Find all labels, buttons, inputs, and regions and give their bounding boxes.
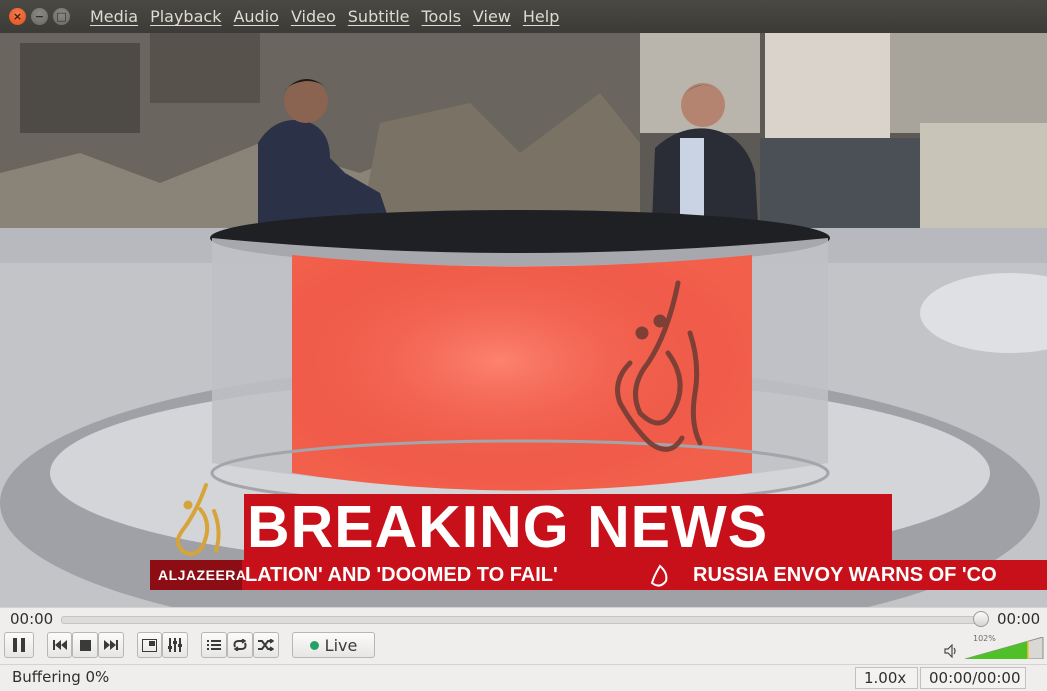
brand-label: ALJAZEERA: [158, 567, 247, 583]
shuffle-icon: [258, 639, 274, 651]
close-window-button[interactable]: ×: [9, 8, 26, 25]
live-label: Live: [324, 635, 358, 655]
seek-handle[interactable]: [973, 611, 989, 627]
stop-icon: [79, 639, 91, 651]
seek-bar[interactable]: [61, 616, 985, 624]
remaining-time: 00:00: [997, 610, 1041, 628]
previous-button[interactable]: [47, 632, 72, 658]
video-area[interactable]: BREAKING NEWS ALJAZEERA LATION' AND 'DOO…: [0, 33, 1047, 607]
fullscreen-icon: [142, 638, 157, 652]
menu-media[interactable]: Media: [84, 7, 144, 26]
pause-button[interactable]: [4, 632, 34, 658]
menu-video[interactable]: Video: [285, 7, 342, 26]
title-bar: × − □ Media Playback Audio Video Subtitl…: [0, 0, 1047, 33]
equalizer-button[interactable]: [162, 632, 188, 658]
maximize-window-button[interactable]: □: [53, 8, 70, 25]
stop-button[interactable]: [72, 632, 98, 658]
menu-tools[interactable]: Tools: [416, 7, 467, 26]
playlist-button[interactable]: [201, 632, 227, 658]
volume-overdrive: [1027, 641, 1029, 659]
elapsed-time: 00:00: [10, 610, 54, 628]
menu-audio[interactable]: Audio: [227, 7, 284, 26]
next-icon: [104, 640, 118, 650]
minimize-window-button[interactable]: −: [31, 8, 48, 25]
loop-icon: [233, 639, 247, 651]
menu-help[interactable]: Help: [517, 7, 565, 26]
previous-icon: [52, 640, 67, 650]
controls-panel: 00:00 00:00 Live 102%: [0, 607, 1047, 665]
status-message: Buffering 0%: [12, 668, 110, 686]
loop-button[interactable]: [227, 632, 253, 658]
volume-slider[interactable]: [965, 637, 1044, 659]
speaker-icon[interactable]: [944, 644, 960, 658]
ticker-text-left: LATION' AND 'DOOMED TO FAIL': [245, 564, 558, 586]
fullscreen-button[interactable]: [137, 632, 162, 658]
pause-icon: [13, 638, 25, 652]
equalizer-icon: [168, 638, 182, 652]
playlist-icon: [207, 640, 221, 650]
window-buttons: × − □: [9, 8, 70, 25]
shuffle-button[interactable]: [253, 632, 279, 658]
live-button[interactable]: Live: [292, 632, 375, 658]
playback-speed[interactable]: 1.00x: [855, 667, 918, 689]
time-display[interactable]: 00:00/00:00: [920, 667, 1026, 689]
live-indicator-icon: [309, 640, 319, 650]
ticker-text-right: RUSSIA ENVOY WARNS OF 'CO: [693, 564, 997, 586]
menu-playback[interactable]: Playback: [144, 7, 227, 26]
breaking-news-headline: BREAKING NEWS: [247, 494, 769, 560]
status-bar: Buffering 0% 1.00x 00:00/00:00: [0, 664, 1047, 691]
next-button[interactable]: [98, 632, 124, 658]
menu-subtitle[interactable]: Subtitle: [342, 7, 416, 26]
menu-view[interactable]: View: [467, 7, 517, 26]
menu-bar: Media Playback Audio Video Subtitle Tool…: [84, 7, 565, 26]
